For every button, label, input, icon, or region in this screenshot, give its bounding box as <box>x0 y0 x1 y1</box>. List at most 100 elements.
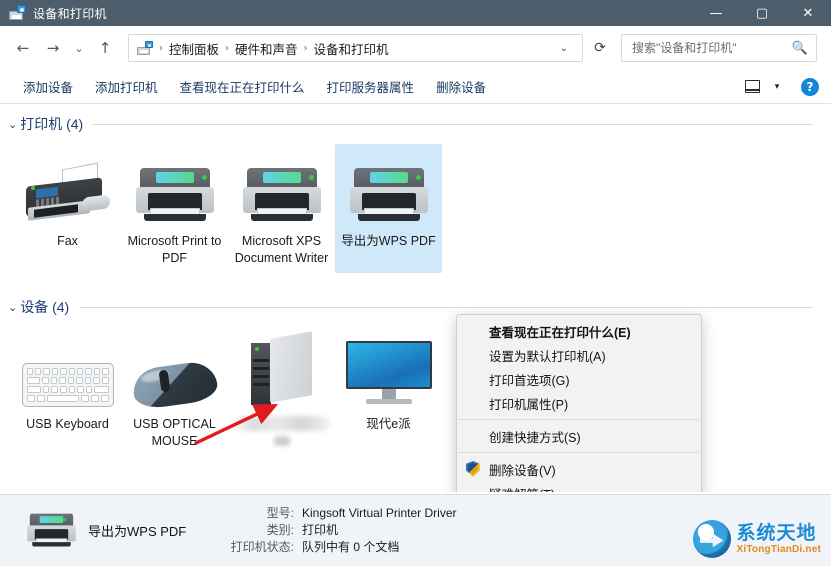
search-input[interactable] <box>630 40 792 56</box>
group-header-devices[interactable]: ⌄ 设备 (4) <box>0 287 831 319</box>
status-value: Kingsoft Virtual Printer Driver <box>302 506 457 520</box>
print-server-properties-button[interactable]: 打印服务器属性 <box>316 73 426 100</box>
status-device-name: 导出为WPS PDF <box>88 524 187 539</box>
see-whats-printing-button[interactable]: 查看现在正在打印什么 <box>169 73 316 100</box>
status-row-model: 型号: Kingsoft Virtual Printer Driver <box>222 505 457 522</box>
forward-button[interactable]: → <box>38 33 68 63</box>
group-divider <box>79 306 813 308</box>
breadcrumb[interactable]: › 控制面板 › 硬件和声音 › 设备和打印机 ⌄ <box>128 34 583 62</box>
refresh-button[interactable]: ⟳ <box>585 34 615 62</box>
context-menu-separator <box>459 419 699 420</box>
devices-printers-icon <box>9 5 26 20</box>
search-icon[interactable]: 🔍 <box>792 41 808 56</box>
mouse-icon <box>130 333 219 411</box>
context-menu-item-troubleshoot[interactable]: 疑难解答(T) <box>457 481 701 493</box>
printer-icon <box>349 150 428 224</box>
tile-desktop-computer[interactable] <box>228 327 335 456</box>
context-menu-item-set-as-default-printer[interactable]: 设置为默认打印机(A) <box>457 343 701 367</box>
breadcrumb-item-hardware-sound[interactable]: 硬件和声音 <box>232 39 301 58</box>
status-key: 类别: <box>266 523 294 537</box>
uac-shield-icon <box>466 461 480 477</box>
tile-label-redacted-line2 <box>273 436 290 446</box>
watermark-subtitle: XiTongTianDi.net <box>736 543 821 555</box>
add-device-button[interactable]: 添加设备 <box>12 73 84 100</box>
group-title-printers: 打印机 (4) <box>20 116 84 132</box>
tile-label: USB OPTICAL MOUSE <box>133 417 216 448</box>
context-menu-item-printer-properties[interactable]: 打印机属性(P) <box>457 391 701 415</box>
add-printer-button[interactable]: 添加打印机 <box>84 73 169 100</box>
back-button[interactable]: ← <box>8 33 38 63</box>
minimize-button[interactable]: — <box>693 0 739 26</box>
content-area: ⌄ 打印机 (4) Fax Microsoft Print to PDF Mic… <box>0 104 831 492</box>
context-menu-item-printing-preferences[interactable]: 打印首选项(G) <box>457 367 701 391</box>
desktop-tower-icon <box>250 331 313 407</box>
chevron-down-icon[interactable]: ⌄ <box>8 301 17 314</box>
context-menu-item-see-whats-printing[interactable]: 查看现在正在打印什么(E) <box>457 319 701 343</box>
tile-fax[interactable]: Fax <box>14 144 121 273</box>
status-fields: 型号: Kingsoft Virtual Printer Driver 类别: … <box>222 505 457 556</box>
context-menu-separator <box>459 452 699 453</box>
tile-label: Microsoft XPS Document Writer <box>234 234 329 265</box>
chevron-down-icon[interactable]: ⌄ <box>8 118 17 131</box>
close-button[interactable]: ✕ <box>785 0 831 26</box>
watermark: 系统天地 XiTongTianDi.net <box>692 520 822 558</box>
breadcrumb-item-devices-printers[interactable]: 设备和打印机 <box>311 39 392 58</box>
tile-label-redacted <box>233 416 330 431</box>
breadcrumb-separator: › <box>225 42 230 54</box>
context-menu: 查看现在正在打印什么(E) 设置为默认打印机(A) 打印首选项(G) 打印机属性… <box>456 314 702 492</box>
monitor-icon <box>345 333 432 407</box>
devices-tile-list: USB Keyboard USB OPTICAL MOUSE 现代e派 <box>0 319 831 456</box>
remove-device-button[interactable]: 删除设备 <box>425 73 497 100</box>
search-box[interactable]: 🔍 <box>621 34 817 62</box>
up-button[interactable]: ↑ <box>90 33 120 63</box>
chevron-down-icon[interactable]: ▾ <box>767 75 787 99</box>
status-row-printer-status: 打印机状态: 队列中有 0 个文档 <box>222 539 457 556</box>
group-header-printers[interactable]: ⌄ 打印机 (4) <box>0 104 831 136</box>
tile-label: Microsoft Print to PDF <box>127 234 222 265</box>
breadcrumb-separator: › <box>303 42 308 54</box>
printers-tile-list: Fax Microsoft Print to PDF Microsoft XPS… <box>0 136 831 273</box>
group-divider <box>93 123 813 125</box>
tile-microsoft-print-to-pdf[interactable]: Microsoft Print to PDF <box>121 144 228 273</box>
tile-label: Fax <box>57 234 78 248</box>
tile-microsoft-xps-document-writer[interactable]: Microsoft XPS Document Writer <box>228 144 335 273</box>
tile-export-to-wps-pdf[interactable]: 导出为WPS PDF <box>335 144 442 273</box>
title-bar: 设备和打印机 — ▢ ✕ <box>0 0 831 26</box>
recent-locations-button[interactable]: ⌄ <box>68 33 90 63</box>
command-toolbar: 添加设备 添加打印机 查看现在正在打印什么 打印服务器属性 删除设备 ▾ ? <box>0 70 831 104</box>
breadcrumb-item-control-panel[interactable]: 控制面板 <box>166 39 222 58</box>
tile-modern-epai-monitor[interactable]: 现代e派 <box>335 327 442 456</box>
tile-usb-keyboard[interactable]: USB Keyboard <box>14 327 121 456</box>
globe-logo-icon <box>692 520 731 558</box>
context-menu-item-create-shortcut[interactable]: 创建快捷方式(S) <box>457 424 701 448</box>
status-printer-icon <box>14 503 84 559</box>
context-menu-item-remove-device[interactable]: 删除设备(V) <box>457 457 701 481</box>
status-key: 打印机状态: <box>230 540 294 554</box>
maximize-button[interactable]: ▢ <box>739 0 785 26</box>
chevron-down-icon[interactable]: ⌄ <box>552 43 576 54</box>
context-menu-item-label: 删除设备(V) <box>489 463 556 478</box>
window-controls: — ▢ ✕ <box>693 0 831 26</box>
tile-label: USB Keyboard <box>26 417 109 431</box>
watermark-title: 系统天地 <box>736 522 817 544</box>
status-value: 打印机 <box>302 523 339 537</box>
address-bar: ← → ⌄ ↑ › 控制面板 › 硬件和声音 › 设备和打印机 ⌄ ⟳ 🔍 <box>0 26 831 70</box>
tile-label: 现代e派 <box>366 417 411 431</box>
toolbar-right-group: ▾ ? <box>739 75 819 99</box>
keyboard-icon <box>21 333 114 407</box>
tile-label: 导出为WPS PDF <box>341 234 436 248</box>
watermark-text: 系统天地 XiTongTianDi.net <box>736 522 822 555</box>
breadcrumb-devices-printers-icon <box>137 40 153 55</box>
tile-usb-optical-mouse[interactable]: USB OPTICAL MOUSE <box>121 327 228 456</box>
window-title: 设备和打印机 <box>33 6 107 21</box>
fax-icon <box>25 150 110 224</box>
details-status-bar: 导出为WPS PDF 型号: Kingsoft Virtual Printer … <box>0 494 831 566</box>
preview-pane-icon[interactable] <box>739 75 765 99</box>
status-value: 队列中有 0 个文档 <box>302 540 400 554</box>
printer-icon <box>242 150 321 224</box>
status-row-category: 类别: 打印机 <box>222 522 457 539</box>
status-key: 型号: <box>266 506 294 520</box>
printer-icon <box>135 150 214 224</box>
help-button[interactable]: ? <box>801 77 819 96</box>
breadcrumb-separator: › <box>159 42 163 54</box>
